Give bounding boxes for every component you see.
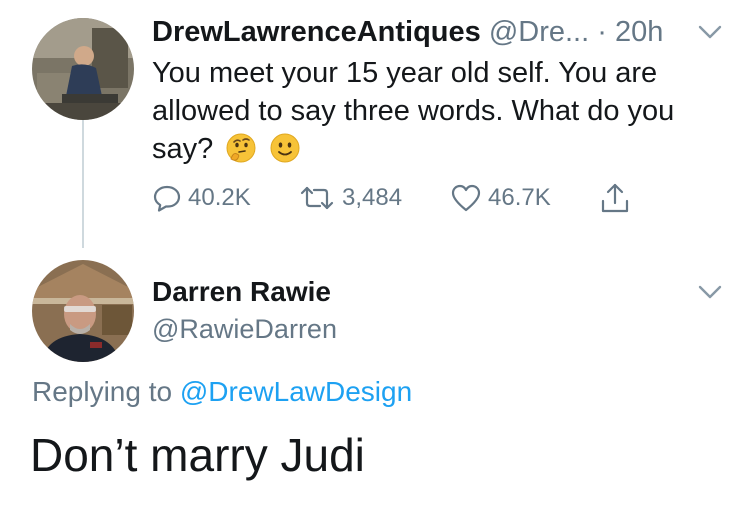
tweet-header: DrewLawrenceAntiques @Dre... · 20h — [152, 14, 663, 50]
thinking-face-icon — [226, 133, 256, 163]
retweet-button[interactable]: 3,484 — [298, 180, 402, 216]
replying-to-label: Replying to — [32, 376, 173, 407]
tweet-text: You meet your 15 year old self. You are … — [152, 54, 722, 168]
replying-to-mention[interactable]: @DrewLawDesign — [180, 376, 412, 407]
chevron-down-icon[interactable] — [697, 284, 723, 300]
author-handle[interactable]: @Dre... — [489, 16, 589, 48]
reply-count: 40.2K — [188, 184, 251, 211]
share-button[interactable] — [598, 180, 638, 216]
replying-to: Replying to @DrewLawDesign — [32, 376, 412, 408]
tweet-time[interactable]: · 20h — [597, 16, 663, 48]
thread-line — [82, 120, 84, 248]
like-button[interactable]: 46.7K — [450, 180, 551, 216]
reply-text: Don’t marry Judi — [30, 429, 365, 481]
reply-author-name[interactable]: Darren Rawie — [152, 276, 331, 308]
avatar-darren-rawie[interactable] — [32, 260, 134, 362]
like-count: 46.7K — [488, 184, 551, 211]
share-icon — [601, 183, 629, 213]
heart-icon — [451, 184, 481, 212]
author-name[interactable]: DrewLawrenceAntiques — [152, 16, 481, 48]
reply-author-handle[interactable]: @RawieDarren — [152, 314, 337, 345]
avatar-drewlawrence[interactable] — [32, 18, 134, 120]
chevron-down-icon[interactable] — [697, 24, 723, 40]
retweet-icon — [300, 186, 334, 210]
retweet-count: 3,484 — [342, 184, 403, 211]
slightly-smiling-face-icon — [270, 133, 300, 163]
reply-icon — [153, 185, 181, 212]
reply-button[interactable]: 40.2K — [152, 180, 251, 216]
